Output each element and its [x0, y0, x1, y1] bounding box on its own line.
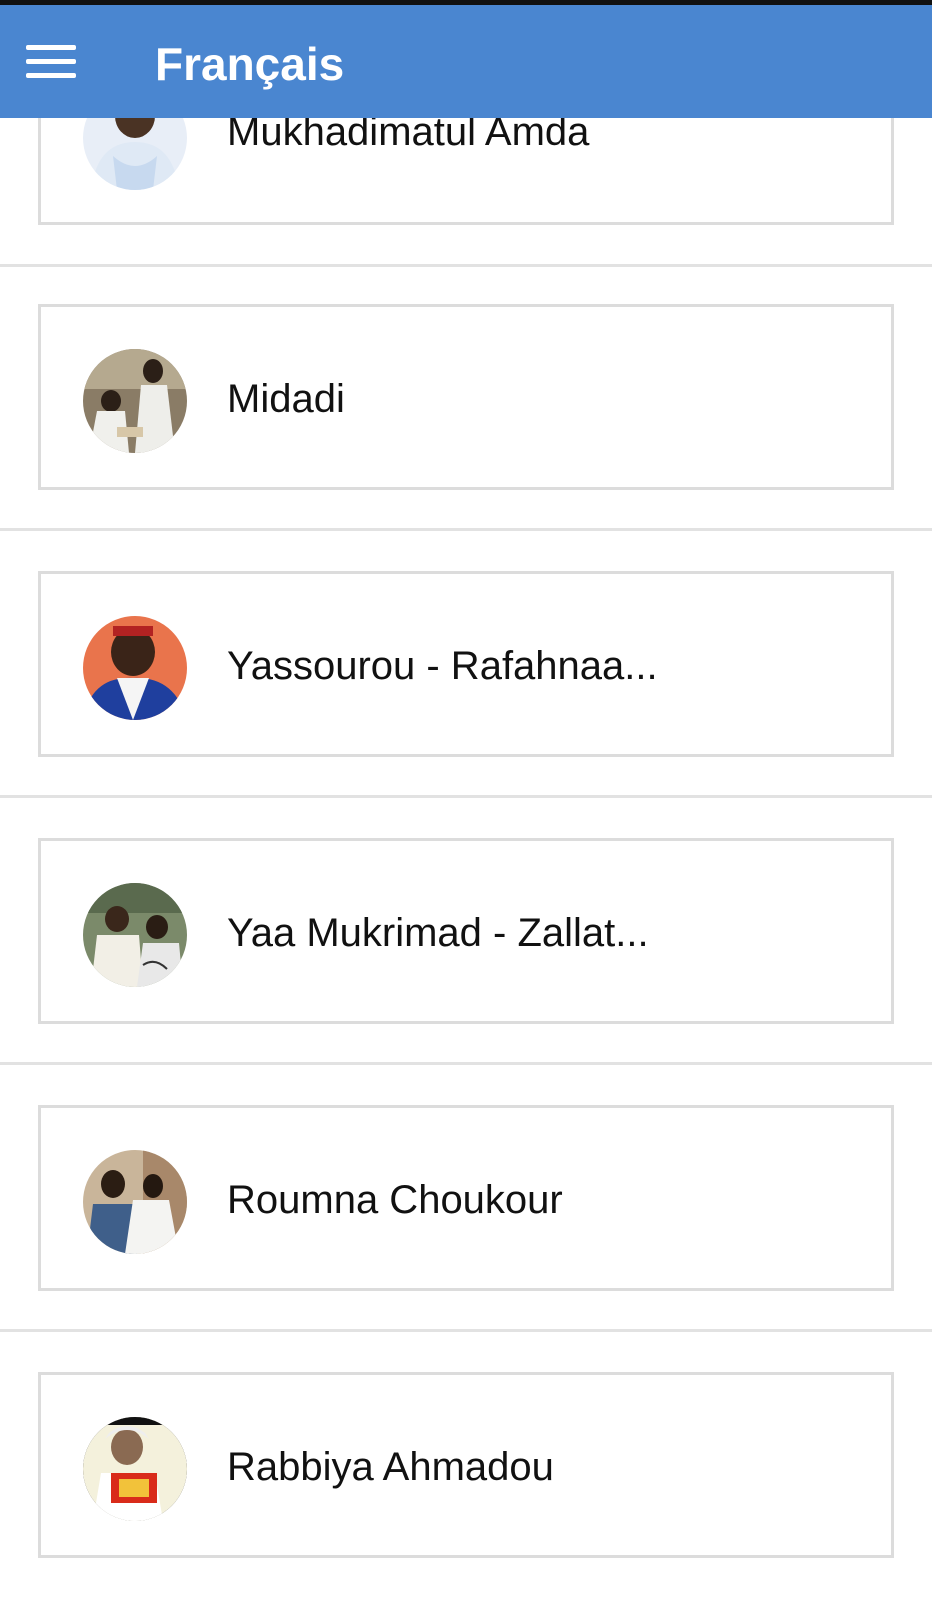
item-card[interactable]: Yassourou - Rafahnaa...: [38, 571, 894, 757]
item-label: Midadi: [227, 377, 345, 421]
list-item: Rabbiya Ahmadou: [0, 1332, 932, 1599]
item-thumbnail: [83, 1150, 187, 1254]
item-card[interactable]: Midadi: [38, 304, 894, 490]
item-label: Yaa Mukrimad - Zallat...: [227, 911, 649, 955]
item-thumbnail: [83, 1417, 187, 1521]
item-thumbnail: [83, 883, 187, 987]
app-bar: Français: [0, 0, 932, 118]
list-item: Midadi: [0, 264, 932, 531]
item-card[interactable]: Yaa Mukrimad - Zallat...: [38, 838, 894, 1024]
item-label: Rabbiya Ahmadou: [227, 1445, 554, 1489]
item-thumbnail: [83, 616, 187, 720]
item-thumbnail: [83, 349, 187, 453]
item-label: Roumna Choukour: [227, 1178, 563, 1222]
item-card[interactable]: Roumna Choukour: [38, 1105, 894, 1291]
list-item: Roumna Choukour: [0, 1065, 932, 1332]
item-card[interactable]: Rabbiya Ahmadou: [38, 1372, 894, 1558]
hamburger-menu-icon[interactable]: [22, 43, 78, 83]
list-item: Yassourou - Rafahnaa...: [0, 531, 932, 798]
page-title: Français: [155, 38, 345, 90]
item-label: Yassourou - Rafahnaa...: [227, 644, 658, 688]
list-item: Yaa Mukrimad - Zallat...: [0, 798, 932, 1065]
